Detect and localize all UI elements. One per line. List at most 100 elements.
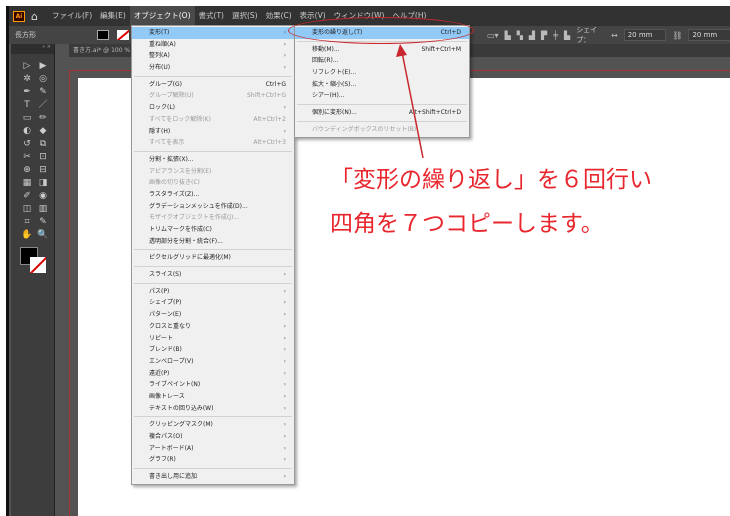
- menu-item[interactable]: テキストの回り込み(W) ›: [132, 403, 294, 415]
- menu-item[interactable]: スライス(S) ›: [132, 269, 294, 281]
- tool-icon[interactable]: ◐: [20, 125, 34, 137]
- shape-icon[interactable]: ▭▾: [487, 31, 499, 40]
- tool-icon[interactable]: ▭: [20, 112, 34, 124]
- menu-item-label: 分布(U): [149, 64, 171, 72]
- menu-item: グループ解除(U) Shift+Ctrl+G: [132, 90, 294, 102]
- tool-icon[interactable]: ✲: [20, 73, 34, 85]
- menu-item[interactable]: 遠近(P) ›: [132, 368, 294, 380]
- tool-icon[interactable]: ✂: [20, 151, 34, 163]
- tool-icon[interactable]: ⧉: [36, 138, 50, 150]
- menu-item-shortcut: Alt+Ctrl+3: [253, 139, 286, 147]
- menu-item[interactable]: エンベロープ(V) ›: [132, 356, 294, 368]
- menu-item[interactable]: 移動(M)... Shift+Ctrl+M: [295, 44, 469, 56]
- panel-header[interactable]: » ×: [11, 44, 54, 54]
- align-top-icon[interactable]: ▛: [541, 31, 547, 40]
- menu-item[interactable]: 書き出し用に追加 ›: [132, 471, 294, 483]
- menu-item[interactable]: リフレクト(E)...: [295, 67, 469, 79]
- home-icon[interactable]: ⌂: [31, 10, 38, 23]
- menu-item-label: ブレンド(B): [149, 346, 182, 354]
- height-field[interactable]: 20 mm: [688, 29, 730, 41]
- tool-icon[interactable]: ▶: [36, 60, 50, 72]
- tool-icon[interactable]: 🔍: [36, 229, 50, 241]
- menu-item-label: シェイプ(P): [149, 299, 182, 307]
- menu-item[interactable]: 整列(A) ›: [132, 50, 294, 62]
- tool-icon[interactable]: ▦: [20, 177, 34, 189]
- menu-effect[interactable]: 効果(C): [262, 6, 296, 26]
- menu-item[interactable]: ピクセルグリッドに最適化(M): [132, 252, 294, 264]
- tool-icon[interactable]: ◉: [36, 190, 50, 202]
- menu-item[interactable]: パス(P) ›: [132, 286, 294, 298]
- align-bottom-icon[interactable]: ▙: [564, 31, 570, 40]
- menu-item[interactable]: トリムマークを作成(C): [132, 224, 294, 236]
- tool-icon[interactable]: ▷: [20, 60, 34, 72]
- menu-item[interactable]: 透明部分を分割・統合(F)...: [132, 236, 294, 248]
- menu-item-label: 重ね順(A): [149, 40, 176, 48]
- menu-separator: [134, 416, 292, 418]
- menu-item[interactable]: グラフ(R) ›: [132, 454, 294, 466]
- tool-icon[interactable]: ✎: [36, 216, 50, 228]
- menu-item[interactable]: ブレンド(B) ›: [132, 344, 294, 356]
- align-middle-icon[interactable]: ╪: [553, 31, 558, 40]
- menu-item[interactable]: 分割・拡張(X)...: [132, 154, 294, 166]
- menu-item[interactable]: 分布(U) ›: [132, 62, 294, 74]
- menu-select[interactable]: 選択(S): [228, 6, 262, 26]
- menu-item-shortcut: Shift+Ctrl+G: [246, 92, 286, 100]
- tool-icon[interactable]: ↺: [20, 138, 34, 150]
- tool-icon[interactable]: ⊡: [36, 151, 50, 163]
- menu-item[interactable]: 個別に変形(N)... Alt+Shift+Ctrl+D: [295, 107, 469, 119]
- tool-icon[interactable]: ◨: [36, 177, 50, 189]
- tool-icon[interactable]: ⊟: [36, 164, 50, 176]
- menu-item[interactable]: 重ね順(A) ›: [132, 39, 294, 51]
- align-center-icon[interactable]: ▚: [517, 31, 523, 40]
- tool-icon[interactable]: ⌗: [20, 216, 34, 228]
- link-icon[interactable]: ⛓: [672, 31, 682, 40]
- menu-file[interactable]: ファイル(F): [48, 6, 96, 26]
- width-field[interactable]: 20 mm: [623, 29, 667, 41]
- menu-item[interactable]: アートボード(A) ›: [132, 443, 294, 455]
- menu-item-label: 拡大・縮小(S)...: [312, 80, 357, 88]
- fill-swatch[interactable]: [97, 30, 109, 40]
- tool-icon[interactable]: ✐: [20, 190, 34, 202]
- menu-item[interactable]: ロック(L) ›: [132, 102, 294, 114]
- align-right-icon[interactable]: ▟: [529, 31, 535, 40]
- chevron-right-icon: ›: [283, 433, 286, 440]
- tool-icon[interactable]: ／: [36, 99, 50, 111]
- menu-item[interactable]: 変形(T) ›: [132, 27, 294, 39]
- menu-item-shortcut: Shift+Ctrl+M: [421, 45, 461, 53]
- tool-icon[interactable]: ✏: [36, 112, 50, 124]
- menu-item[interactable]: グラデーションメッシュを作成(D)...: [132, 201, 294, 213]
- menu-item[interactable]: シアー(H)...: [295, 90, 469, 102]
- menu-type[interactable]: 書式(T): [195, 6, 228, 26]
- menu-item[interactable]: 回転(R)...: [295, 55, 469, 67]
- tool-icon[interactable]: ◫: [20, 203, 34, 215]
- tool-icon[interactable]: ⊕: [20, 164, 34, 176]
- menu-item[interactable]: シェイプ(P) ›: [132, 297, 294, 309]
- menu-item[interactable]: 隠す(H) ›: [132, 126, 294, 138]
- menu-item[interactable]: クロスと重なり ›: [132, 321, 294, 333]
- menu-item[interactable]: 画像トレース ›: [132, 391, 294, 403]
- tool-icon[interactable]: ◎: [36, 73, 50, 85]
- chevron-right-icon: ›: [283, 52, 286, 60]
- stroke-color[interactable]: [30, 257, 46, 273]
- menu-item[interactable]: ラスタライズ(Z)...: [132, 189, 294, 201]
- menu-item[interactable]: グループ(G) Ctrl+G: [132, 79, 294, 91]
- menu-item[interactable]: ライブペイント(N) ›: [132, 379, 294, 391]
- align-left-icon[interactable]: ▙: [505, 31, 511, 40]
- chevron-right-icon: ›: [283, 404, 286, 412]
- tool-icon[interactable]: ▥: [36, 203, 50, 215]
- tool-icon[interactable]: T: [20, 99, 34, 111]
- menu-item[interactable]: リピート ›: [132, 333, 294, 345]
- tool-icon[interactable]: ✒: [20, 86, 34, 98]
- menu-item[interactable]: 複合パス(O) ›: [132, 431, 294, 443]
- menu-separator: [134, 468, 292, 470]
- menu-item[interactable]: パターン(E) ›: [132, 309, 294, 321]
- menu-item[interactable]: クリッピングマスク(M) ›: [132, 419, 294, 431]
- tool-icon[interactable]: ✋: [20, 229, 34, 241]
- menu-item[interactable]: 拡大・縮小(S)...: [295, 79, 469, 91]
- tools-panel: » × ▷ ▶ ✲ ◎ ✒ ✎ T ／ ▭ ✏ ◐ ◆ ↺ ⧉ ✂ ⊡ ⊕ ⊟ ▦ ◨ ✐ ◉ ◫ ▥ ⌗ ✎ ✋ 🔍: [11, 44, 55, 516]
- stroke-swatch[interactable]: [117, 30, 129, 40]
- tool-icon[interactable]: ✎: [36, 86, 50, 98]
- menu-edit[interactable]: 編集(E): [96, 6, 130, 26]
- tool-icon[interactable]: ◆: [36, 125, 50, 137]
- menu-object[interactable]: オブジェクト(O): [129, 6, 195, 26]
